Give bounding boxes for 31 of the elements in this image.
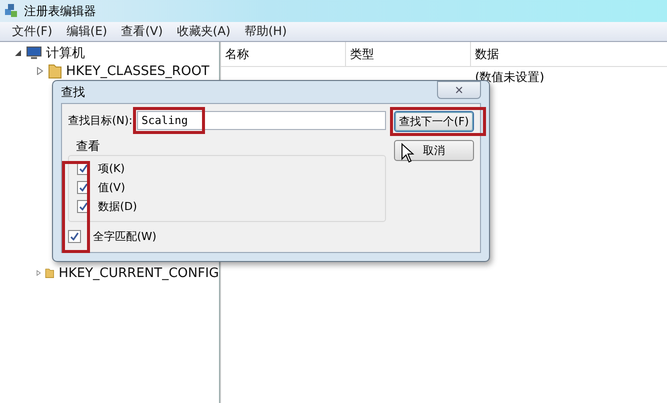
expanded-arrow-icon[interactable] xyxy=(14,49,22,57)
computer-icon xyxy=(26,46,42,60)
folder-icon xyxy=(48,63,62,79)
menu-item[interactable]: 编辑(E) xyxy=(66,23,108,40)
menu-item[interactable]: 帮助(H) xyxy=(244,23,287,40)
mouse-cursor-icon xyxy=(401,143,415,163)
group-label: 查看 xyxy=(76,138,101,155)
column-header[interactable]: 名称 xyxy=(221,42,346,66)
close-button[interactable]: ✕ xyxy=(437,81,481,99)
tree-item[interactable]: 计算机 xyxy=(46,44,85,62)
checkbox[interactable] xyxy=(68,230,81,243)
tree-item[interactable]: HKEY_CLASSES_ROOT xyxy=(66,64,210,78)
column-header[interactable]: 数据 xyxy=(471,42,667,66)
dialog-button[interactable]: 取消 xyxy=(394,140,474,161)
registry-cubes-icon xyxy=(4,3,20,19)
checkbox-label[interactable]: 值(V) xyxy=(98,180,126,195)
dialog-button[interactable]: 查找下一个(F) xyxy=(394,111,474,132)
menu-item[interactable]: 文件(F) xyxy=(12,23,52,40)
checkbox-label[interactable]: 全字匹配(W) xyxy=(93,229,156,244)
collapsed-arrow-icon[interactable] xyxy=(36,269,42,277)
column-header[interactable]: 类型 xyxy=(346,42,471,66)
checkbox-label[interactable]: 数据(D) xyxy=(98,199,138,214)
field-label: 查找目标(N): xyxy=(68,113,133,128)
dialog-title: 查找 xyxy=(61,84,85,100)
collapsed-arrow-icon[interactable] xyxy=(36,67,44,75)
menu-item[interactable]: 查看(V) xyxy=(121,23,163,40)
tree-item[interactable]: HKEY_CURRENT_CONFIG xyxy=(58,266,219,280)
checkbox-label[interactable]: 项(K) xyxy=(98,161,125,176)
search-field[interactable]: Scaling xyxy=(136,111,386,130)
menu-item[interactable]: 收藏夹(A) xyxy=(176,23,230,40)
window-title: 注册表编辑器 xyxy=(24,2,96,20)
